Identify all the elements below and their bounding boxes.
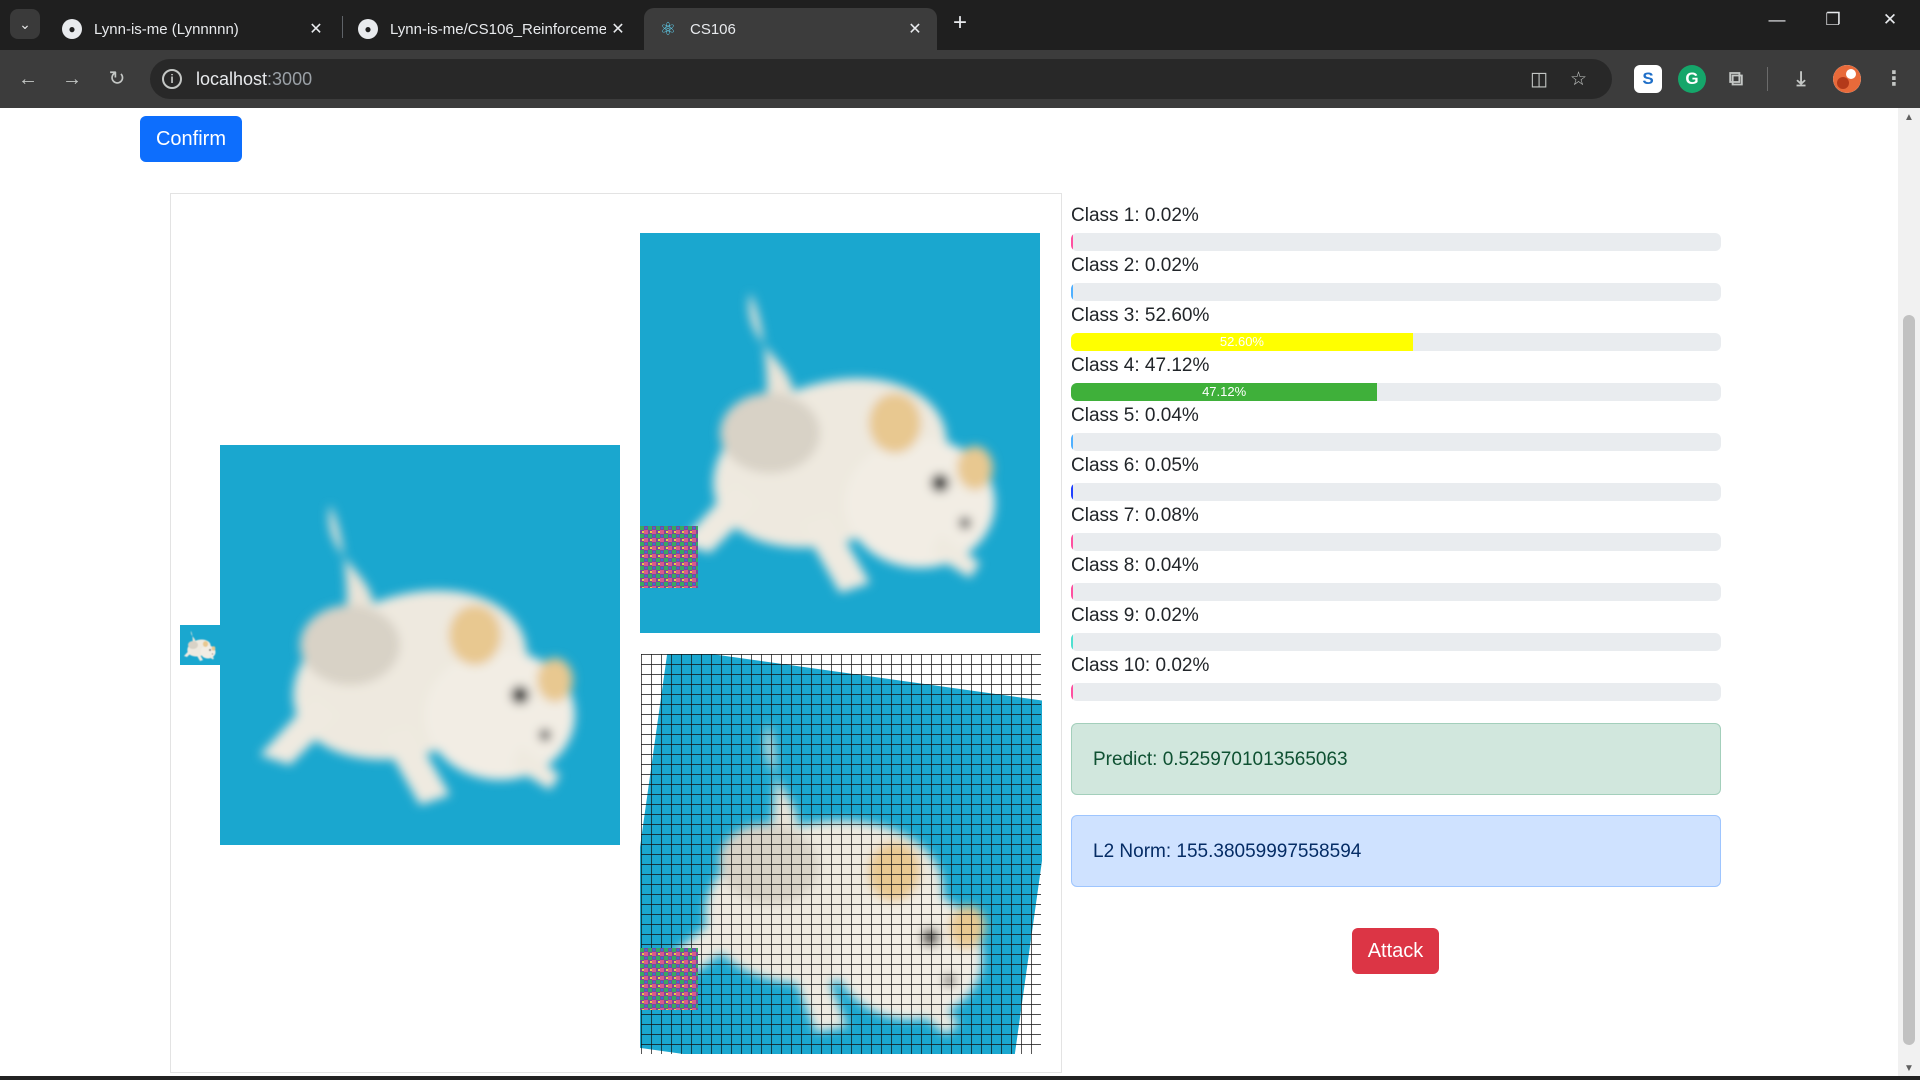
class-probability-row: Class 4: 47.12% 47.12% bbox=[1071, 354, 1721, 404]
progress-fill bbox=[1071, 233, 1073, 251]
progress-fill bbox=[1071, 283, 1073, 301]
confirm-button[interactable]: Confirm bbox=[140, 116, 242, 162]
original-thumbnail-image bbox=[180, 625, 220, 665]
original-dog-image bbox=[220, 445, 620, 845]
github-icon: ● bbox=[62, 19, 82, 39]
progress-bar: 52.60% bbox=[1071, 333, 1721, 351]
progress-bar bbox=[1071, 533, 1721, 551]
url-port: :3000 bbox=[267, 69, 313, 89]
grid-overlay-dog-image bbox=[640, 654, 1042, 1054]
new-tab-plus-icon[interactable]: + bbox=[947, 11, 973, 37]
progress-bar bbox=[1071, 483, 1721, 501]
class-probability-row: Class 6: 0.05% bbox=[1071, 454, 1721, 504]
tab-title: CS106 bbox=[690, 20, 736, 38]
reload-icon[interactable]: ↻ bbox=[102, 65, 132, 95]
class-label: Class 1: 0.02% bbox=[1071, 205, 1199, 226]
scroll-down-icon[interactable]: ▼ bbox=[1904, 1063, 1914, 1074]
tab-github-repo[interactable]: ● Lynn-is-me/CS106_Reinforceme ✕ bbox=[344, 8, 640, 50]
extensions-puzzle-icon[interactable]: ⧉ bbox=[1722, 65, 1750, 93]
restore-icon[interactable]: ❐ bbox=[1813, 10, 1853, 30]
class-probability-row: Class 9: 0.02% bbox=[1071, 604, 1721, 654]
class-probability-row: Class 5: 0.04% bbox=[1071, 404, 1721, 454]
progress-fill: 47.12% bbox=[1071, 383, 1378, 401]
tab-title: Lynn-is-me (Lynnnnn) bbox=[94, 20, 239, 38]
tab-cs106[interactable]: ⚛ CS106 ✕ bbox=[644, 8, 937, 50]
progress-fill bbox=[1071, 533, 1073, 551]
class-label: Class 8: 0.04% bbox=[1071, 555, 1199, 576]
class-probability-row: Class 8: 0.04% bbox=[1071, 554, 1721, 604]
class-label: Class 4: 47.12% bbox=[1071, 355, 1210, 376]
progress-fill bbox=[1071, 483, 1073, 501]
progress-bar bbox=[1071, 633, 1721, 651]
address-bar[interactable]: i localhost:3000 ◫ ☆ bbox=[150, 59, 1612, 99]
minimize-icon[interactable]: — bbox=[1757, 10, 1797, 30]
attack-button[interactable]: Attack bbox=[1352, 928, 1439, 974]
browser-toolbar: ← → ↻ i localhost:3000 ◫ ☆ S G ⧉ ⤓ ⋮ bbox=[0, 50, 1920, 108]
l2-norm-alert: L2 Norm: 155.38059997558594 bbox=[1071, 815, 1721, 887]
install-app-icon[interactable]: ◫ bbox=[1530, 68, 1548, 91]
download-icon[interactable]: ⤓ bbox=[1787, 65, 1815, 93]
progress-fill bbox=[1071, 583, 1073, 601]
close-window-icon[interactable]: ✕ bbox=[1870, 10, 1910, 30]
class-probability-row: Class 2: 0.02% bbox=[1071, 254, 1721, 304]
perturbation-patch-image bbox=[640, 948, 698, 1010]
page-content: Confirm Class 1: 0.02% Class 2: 0.02% Cl… bbox=[0, 108, 1898, 1078]
close-icon[interactable]: ✕ bbox=[304, 19, 328, 39]
url-host: localhost bbox=[196, 69, 268, 89]
tab-title: Lynn-is-me/CS106_Reinforceme bbox=[390, 20, 606, 38]
window-bottom-edge bbox=[0, 1076, 1920, 1080]
browser-tabstrip: ⌄ ● Lynn-is-me (Lynnnnn) ✕ ● Lynn-is-me/… bbox=[0, 0, 1920, 50]
class-probability-list: Class 1: 0.02% Class 2: 0.02% Class 3: 52.… bbox=[1071, 204, 1721, 704]
class-label: Class 2: 0.02% bbox=[1071, 255, 1199, 276]
class-probability-row: Class 7: 0.08% bbox=[1071, 504, 1721, 554]
url-text[interactable]: localhost:3000 bbox=[196, 69, 312, 90]
github-icon: ● bbox=[358, 19, 378, 39]
class-label: Class 7: 0.08% bbox=[1071, 505, 1199, 526]
class-label: Class 3: 52.60% bbox=[1071, 305, 1210, 326]
class-probability-row: Class 10: 0.02% bbox=[1071, 654, 1721, 704]
progress-fill bbox=[1071, 683, 1073, 701]
back-arrow-icon[interactable]: ← bbox=[13, 65, 43, 95]
progress-bar bbox=[1071, 233, 1721, 251]
extension-s-icon[interactable]: S bbox=[1634, 65, 1662, 93]
progress-bar bbox=[1071, 283, 1721, 301]
tab-github-profile[interactable]: ● Lynn-is-me (Lynnnnn) ✕ bbox=[48, 8, 338, 50]
class-label: Class 10: 0.02% bbox=[1071, 655, 1210, 676]
page-scrollbar[interactable]: ▲ ▼ bbox=[1898, 108, 1920, 1078]
kebab-menu-icon[interactable]: ⋮ bbox=[1880, 65, 1908, 93]
class-label: Class 9: 0.02% bbox=[1071, 605, 1199, 626]
progress-fill bbox=[1071, 633, 1073, 651]
progress-fill: 52.60% bbox=[1071, 333, 1413, 351]
class-label: Class 6: 0.05% bbox=[1071, 455, 1199, 476]
class-probability-row: Class 3: 52.60% 52.60% bbox=[1071, 304, 1721, 354]
class-probability-row: Class 1: 0.02% bbox=[1071, 204, 1721, 254]
perturbation-patch-image bbox=[640, 526, 698, 588]
adversarial-dog-image bbox=[640, 233, 1040, 633]
profile-avatar[interactable] bbox=[1833, 65, 1861, 93]
bookmark-star-icon[interactable]: ☆ bbox=[1570, 68, 1587, 91]
class-label: Class 5: 0.04% bbox=[1071, 405, 1199, 426]
react-icon: ⚛ bbox=[659, 18, 677, 39]
scrollbar-thumb[interactable] bbox=[1903, 315, 1915, 1045]
forward-arrow-icon[interactable]: → bbox=[57, 65, 87, 95]
progress-fill bbox=[1071, 433, 1073, 451]
site-info-icon[interactable]: i bbox=[162, 69, 182, 89]
close-icon[interactable]: ✕ bbox=[606, 19, 630, 39]
progress-bar bbox=[1071, 583, 1721, 601]
close-icon[interactable]: ✕ bbox=[903, 19, 927, 39]
grammarly-icon[interactable]: G bbox=[1678, 65, 1706, 93]
progress-bar bbox=[1071, 433, 1721, 451]
scroll-up-icon[interactable]: ▲ bbox=[1904, 112, 1914, 123]
predict-alert: Predict: 0.5259701013565063 bbox=[1071, 723, 1721, 795]
progress-bar: 47.12% bbox=[1071, 383, 1721, 401]
tab-search-chevron-icon[interactable]: ⌄ bbox=[10, 9, 40, 39]
toolbar-separator bbox=[1767, 67, 1768, 91]
progress-bar bbox=[1071, 683, 1721, 701]
tab-separator bbox=[342, 16, 343, 38]
